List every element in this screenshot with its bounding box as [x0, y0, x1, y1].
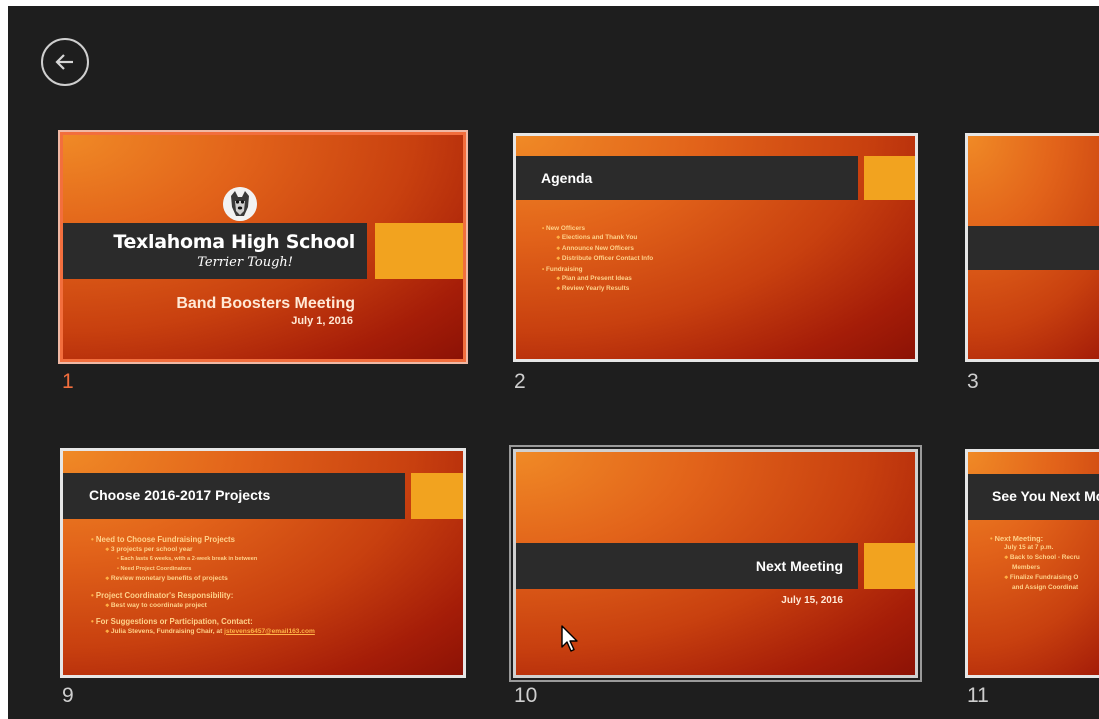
slide-thumbnail-3[interactable]: [965, 133, 1099, 362]
slide-2-bullet: Review Yearly Results: [542, 284, 653, 294]
slide-2-bullet: Fundraising: [542, 265, 653, 274]
slide-number-1: 1: [62, 370, 74, 393]
slide-9-bullet-contact: Julia Stevens, Fundraising Chair, at jst…: [91, 627, 315, 638]
slide-thumbnail-1[interactable]: Texlahoma High School Terrier Tough! Ban…: [58, 130, 468, 364]
slide-2-bullet: New Officers: [542, 224, 653, 233]
slide-9-contact-text: Julia Stevens, Fundraising Chair, at: [110, 627, 225, 635]
slide-9-bullet: Need to Choose Fundraising Projects: [91, 535, 315, 545]
slide-number-2: 2: [514, 370, 526, 393]
slide-9-bullet: For Suggestions or Participation, Contac…: [91, 617, 315, 627]
terrier-mascot-logo: [223, 187, 257, 221]
slide-9-email-link[interactable]: jstevens6457@email163.com: [224, 628, 315, 635]
slide-2-title: Agenda: [541, 170, 593, 186]
slide-11-bullet: Finalize Fundraising O: [990, 573, 1080, 583]
slide-2-bullet: Announce New Officers: [542, 244, 653, 254]
slide-thumbnail-11[interactable]: See You Next Mo Next Meeting: July 15 at…: [965, 449, 1099, 678]
back-arrow-icon: [55, 54, 73, 70]
slide-10-title: Next Meeting: [755, 558, 843, 574]
slide-sorter-view: Texlahoma High School Terrier Tough! Ban…: [8, 6, 1099, 719]
slide-11-title: See You Next Mo: [992, 488, 1099, 504]
slide-11-bullet: Next Meeting:: [990, 534, 1080, 543]
slide-11-bullet: and Assign Coordinat: [1012, 584, 1079, 592]
slide-9-bullet: Need Project Coordinators: [91, 565, 315, 575]
slide-thumbnail-9[interactable]: Choose 2016-2017 Projects Need to Choose…: [60, 448, 466, 678]
slide-number-9: 9: [62, 684, 74, 707]
slide-9-bullet: 3 projects per school year: [91, 545, 315, 556]
slide-9-title: Choose 2016-2017 Projects: [89, 487, 271, 503]
slide-11-bullet: Members: [1012, 564, 1041, 572]
slide-number-11: 11: [967, 684, 989, 707]
slide-11-bullet: July 15 at 7 p.m.: [1004, 544, 1054, 552]
slide-1-tagline: Terrier Tough!: [197, 255, 293, 270]
slide-2-bullet: Distribute Officer Contact Info: [542, 254, 653, 264]
slide-1-title: Band Boosters Meeting: [176, 295, 355, 312]
mouse-cursor-icon: [561, 625, 578, 652]
slide-9-bullet: Project Coordinator's Responsibility:: [91, 591, 315, 601]
slide-10-date: July 15, 2016: [781, 595, 843, 606]
slide-1-date: July 1, 2016: [291, 315, 353, 327]
terrier-mascot-icon: [223, 187, 257, 221]
slide-9-bullet: Best way to coordinate project: [91, 601, 315, 612]
slide-1-school-name: Texlahoma High School: [113, 231, 355, 253]
slide-9-bullet: Review monetary benefits of projects: [91, 574, 315, 585]
slide-9-bullet: Each lasts 6 weeks, with a 2-week break …: [91, 555, 315, 565]
slide-11-bullet: Back to School - Recru: [990, 553, 1080, 563]
slide-2-bullet: Plan and Present Ideas: [542, 274, 653, 284]
slide-thumbnail-2[interactable]: Agenda New Officers Elections and Thank …: [513, 133, 918, 362]
slide-number-10: 10: [514, 684, 538, 707]
slide-2-bullet: Elections and Thank You: [542, 233, 653, 243]
slide-number-3: 3: [967, 370, 979, 393]
back-button[interactable]: [41, 38, 89, 86]
